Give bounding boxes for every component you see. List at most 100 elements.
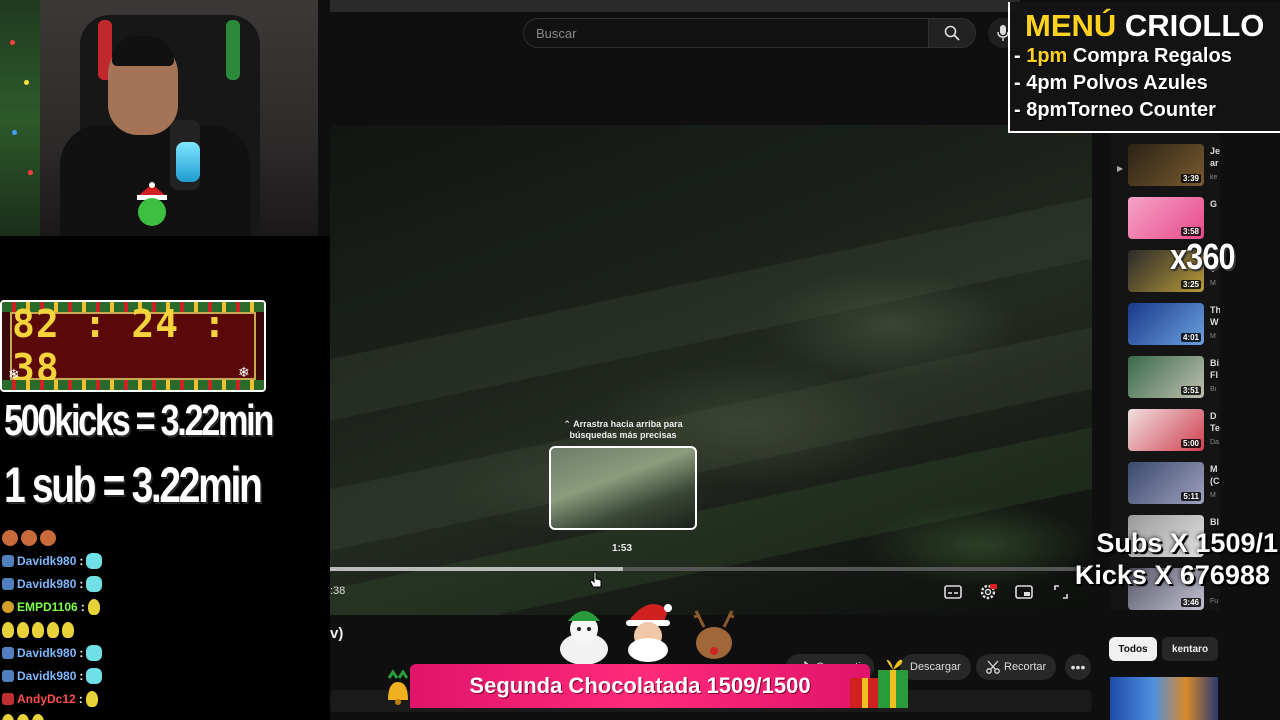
recommendation-title-line2[interactable]: Te — [1210, 423, 1220, 434]
recommendation-thumbnail[interactable]: 3:51 — [1128, 356, 1204, 398]
recommendation-thumbnail[interactable]: 5:00 — [1128, 409, 1204, 451]
menu-item-time: 1pm — [1026, 45, 1068, 67]
chip-kentaro[interactable]: kentaro — [1162, 637, 1218, 661]
recommendation-thumbnail[interactable]: 3:39 — [1128, 144, 1204, 186]
emote-icon — [17, 621, 29, 638]
recommendation-channel: M — [1210, 492, 1216, 499]
now-playing-icon: ▶ — [1117, 164, 1124, 173]
menu-item-prefix: - — [1014, 45, 1027, 67]
recommendation-title[interactable]: Je — [1210, 146, 1220, 157]
menu-item: - 8pmTorneo Counter — [1014, 99, 1216, 122]
kicks-rate: 500kicks = 3.22min — [4, 396, 274, 445]
video-duration: 3:51 — [1180, 386, 1201, 395]
tree-light — [24, 80, 29, 85]
chat-separator: : — [79, 576, 84, 591]
recommendation-title[interactable]: D — [1210, 411, 1220, 422]
emote-icon — [21, 529, 37, 546]
recommendation-title-line2[interactable]: ar — [1210, 158, 1220, 169]
scissors-icon — [986, 660, 1000, 674]
emote-icon — [32, 713, 44, 720]
chip-all[interactable]: Todos — [1109, 637, 1157, 661]
recommendation-channel: M — [1210, 280, 1216, 287]
recommendation-title[interactable]: Bi — [1210, 358, 1220, 369]
miniplayer-icon — [1015, 585, 1033, 599]
recommendation-title[interactable]: Th — [1210, 305, 1220, 316]
video-player[interactable] — [330, 125, 1092, 615]
snowman-character — [560, 611, 608, 665]
santa-character — [626, 604, 672, 662]
recommendation-title-line2[interactable]: Fl — [1210, 370, 1220, 381]
miniplayer-button[interactable] — [1013, 582, 1035, 602]
bell-icon — [387, 669, 409, 705]
subtitles-icon — [944, 585, 962, 599]
clip-button[interactable]: Recortar — [976, 654, 1057, 680]
hand-cursor-icon — [589, 571, 602, 588]
video-duration: 3:46 — [1180, 598, 1201, 607]
goal-banner-text: Segunda Chocolatada 1509/1500 — [469, 673, 811, 698]
video-duration: 3:25 — [1180, 280, 1201, 289]
gear-icon — [980, 584, 997, 600]
more-actions-button[interactable]: ••• — [1065, 654, 1091, 680]
chat-message — [2, 526, 322, 549]
recommendation-thumbnail[interactable]: 3:58 — [1128, 197, 1204, 239]
snowflake-icon: ❄ — [8, 366, 20, 382]
garland-bottom — [2, 380, 264, 390]
sub-rate: 1 sub = 3.22min — [4, 457, 263, 513]
recommendation-channel: Da — [1210, 439, 1219, 446]
settings-button[interactable] — [977, 582, 999, 602]
more-icon: ••• — [1070, 659, 1086, 675]
timer-value: 82 : 24 : 38 — [12, 302, 227, 390]
grinch-graphic — [137, 182, 167, 226]
fullscreen-button[interactable] — [1050, 582, 1072, 602]
subtitles-button[interactable] — [942, 582, 964, 602]
chair-stripe — [226, 20, 240, 80]
multiplier-label: x360 — [1170, 236, 1236, 277]
tree-light — [12, 130, 17, 135]
recommendation-title[interactable]: G — [1210, 199, 1220, 210]
emote-icon — [87, 598, 100, 615]
timer-frame: 82 : 24 : 38 — [10, 302, 256, 390]
menu-item-text: Compra Regalos — [1067, 45, 1232, 67]
menu-item: - 1pm Compra Regalos — [1014, 45, 1232, 68]
chat-message — [2, 710, 322, 720]
chat-username: Davidk980 — [17, 576, 77, 591]
search-input[interactable] — [524, 19, 929, 47]
user-badge-icon — [2, 646, 14, 659]
progress-bar[interactable] — [330, 567, 1092, 571]
goal-banner: Segunda Chocolatada 1509/1500 — [410, 664, 870, 708]
menu-title-b: CRIOLLO — [1124, 8, 1265, 43]
recommendation-thumbnail[interactable] — [1110, 677, 1218, 720]
chat-username: Davidk980 — [17, 668, 77, 683]
recommendation-title[interactable]: M — [1210, 464, 1220, 475]
recommendation-title[interactable]: Bl — [1210, 517, 1220, 528]
video-duration: 4:01 — [1180, 333, 1201, 342]
recommendation-thumbnail[interactable]: 5:11 — [1128, 462, 1204, 504]
video-duration: 3:58 — [1180, 227, 1201, 236]
christmas-tree — [0, 0, 40, 236]
chat-message: Davidk980 : — [2, 572, 322, 595]
chat-message: AndyDc12 : — [2, 687, 322, 710]
menu-title: MENÚ CRIOLLO — [1025, 8, 1264, 44]
reindeer-character — [693, 610, 735, 659]
menu-item-prefix: - — [1014, 72, 1027, 94]
recommendation-thumbnail[interactable]: 4:01 — [1128, 303, 1204, 345]
chat-message: Davidk980 : — [2, 549, 322, 572]
recommendation-title-line2[interactable]: W — [1210, 317, 1220, 328]
recommendation-channel: Fu — [1210, 598, 1219, 605]
progress-bar-played — [330, 567, 624, 571]
microphone-light — [176, 142, 200, 182]
search-box[interactable] — [523, 18, 929, 48]
emote-icon — [86, 644, 103, 661]
webcam-feed — [0, 0, 318, 236]
scrub-hint: ⌃ Arrastra hacia arriba para búsquedas m… — [560, 419, 686, 441]
subathon-timer: 82 : 24 : 38 ❄ ❄ — [0, 300, 266, 392]
search-button[interactable] — [928, 18, 976, 48]
chat-separator: : — [78, 691, 83, 706]
chat-separator: : — [79, 645, 84, 660]
emote-icon — [2, 621, 14, 638]
user-badge-icon — [2, 669, 14, 682]
user-badge-icon — [2, 554, 14, 567]
scrub-preview-time: 1:53 — [611, 543, 632, 554]
scrub-hint-text: Arrastra hacia arriba para búsquedas más… — [569, 419, 683, 440]
recommendation-title-line2[interactable]: (C — [1210, 476, 1220, 487]
